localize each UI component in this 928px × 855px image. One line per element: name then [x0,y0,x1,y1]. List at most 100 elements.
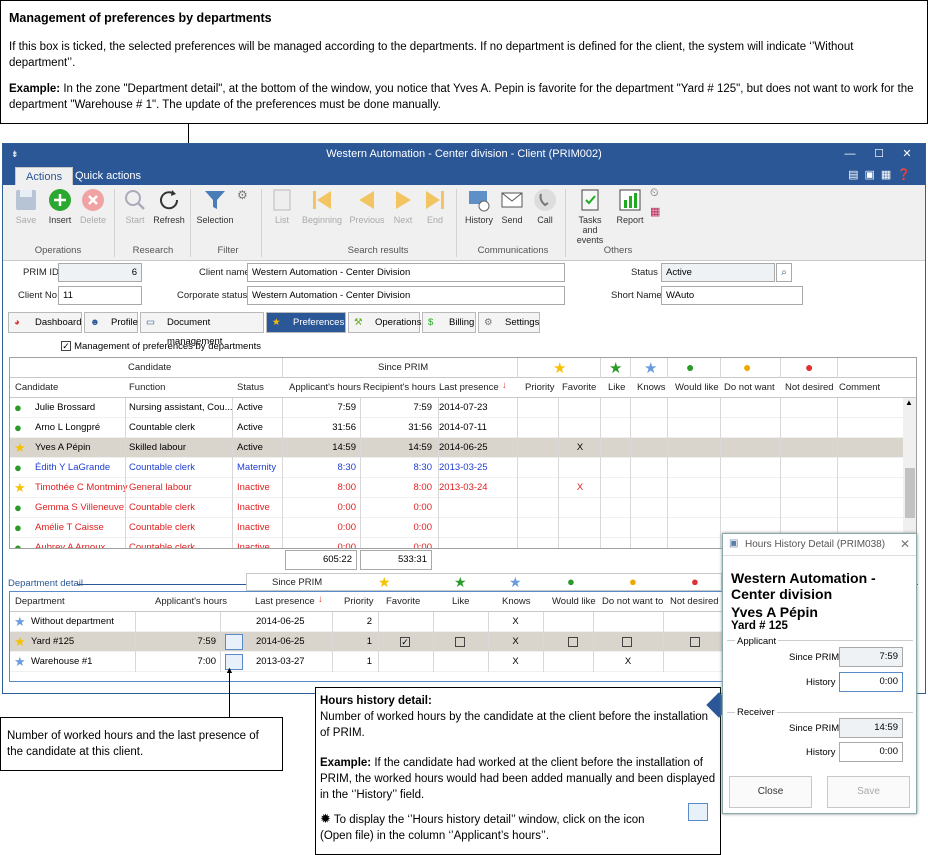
client-name-field[interactable]: Western Automation - Center Division [247,263,565,282]
function: Countable clerk [129,422,196,433]
recipient-hours: 31:56 [408,422,432,433]
refresh-button[interactable]: Refresh [152,187,186,225]
end-button[interactable]: End [418,187,452,225]
table-row[interactable]: ● Julie Brossard Nursing assistant, Cou...… [10,398,903,418]
not-desired-checkbox[interactable] [690,637,700,647]
tab-settings[interactable]: ⚙ Settings [478,312,540,333]
prim-id-field[interactable]: 6 [58,263,142,282]
table-row[interactable]: ★ Timothée C Montminy General labour Inacti… [10,478,903,498]
table-row[interactable]: ● Arno L Longpré Countable clerk Active 31:5… [10,418,903,438]
short-name-field[interactable]: WAuto [661,286,803,305]
col-favorite[interactable]: Favorite [386,596,420,607]
col-do-not-want[interactable]: Do not want to [602,596,663,607]
phone-icon [534,189,556,211]
favorite-checkbox[interactable]: ✓ [400,637,410,647]
col-last-presence[interactable]: Last presence [255,596,315,607]
tab-quick-actions[interactable]: Quick actions [65,167,151,185]
col-comment[interactable]: Comment [839,382,880,393]
col-recipient-hours[interactable]: Recipient's hours [363,382,436,393]
minimize-button[interactable]: — [837,144,863,165]
selection-button[interactable]: Selection [195,187,235,225]
sort-desc-icon[interactable]: ↓ [502,380,507,391]
tab-operations[interactable]: ⚒ Operations [348,312,421,333]
history-button[interactable]: History [460,187,498,225]
report-button[interactable]: Report [613,187,647,225]
col-function[interactable]: Function [129,382,165,393]
col-knows[interactable]: Knows [502,596,531,607]
gear-icon: ⚙ [484,317,493,328]
do-not-want-checkbox[interactable] [622,637,632,647]
applicant-history-field[interactable]: 0:00 [839,672,903,692]
receiver-history-field[interactable]: 0:00 [839,742,903,762]
tab-preferences[interactable]: ★ Preferences [266,312,346,333]
maximize-button[interactable]: ☐ [866,144,892,165]
table-row[interactable]: ● Édith Y LaGrande Countable clerk Maternit… [10,458,903,478]
star-icon: ★ [272,317,281,328]
star-blue-icon: ★ [509,574,522,590]
department-name: Yard #125 [31,636,75,647]
col-department[interactable]: Department [15,596,65,607]
group-others: Others [603,245,633,256]
like-checkbox[interactable] [455,637,465,647]
col-not-desired[interactable]: Not desired [670,596,719,607]
manage-by-dept-checkbox[interactable]: ✓ Management of preferences by departmen… [61,340,261,352]
col-applicant-hours[interactable]: Applicant's hours [155,596,227,607]
col-last-presence[interactable]: Last presence [439,382,499,393]
clock-icon[interactable]: ⏲ [650,187,659,200]
toolbar-icons[interactable]: ▤▣▦❓ [848,168,917,181]
col-do-not-want[interactable]: Do not want [724,382,775,393]
col-priority[interactable]: Priority [525,382,555,393]
col-like[interactable]: Like [452,596,469,607]
beginning-button[interactable]: Beginning [300,187,344,225]
dept-group-header: Since PRIM ★ ★ ★ ● ● ● [246,573,722,591]
search-icon[interactable]: ⌕ [776,263,792,282]
corp-status-field[interactable]: Western Automation - Center Division [247,286,565,305]
col-knows[interactable]: Knows [637,382,666,393]
insert-button[interactable]: Insert [43,187,77,225]
tab-dashboard[interactable]: ◕ Dashboard [8,312,82,333]
tasks-events-button[interactable]: Tasks and events [570,187,610,245]
scroll-up-icon[interactable]: ▲ [905,398,913,407]
call-button[interactable]: Call [528,187,562,225]
gear-icon[interactable]: ⚙ [237,188,248,202]
scrollbar[interactable]: ▲ [903,398,916,548]
close-icon[interactable]: ✕ [900,537,910,551]
calendar-icon[interactable]: ▦ [650,205,660,218]
table-row[interactable]: ★ Yves A Pépin Skilled labour Active 14:59 14… [10,438,903,458]
close-button[interactable]: Close [729,776,812,808]
priority: 1 [366,656,372,667]
would-like-checkbox[interactable] [568,637,578,647]
client-no-field[interactable]: 11 [58,286,142,305]
col-not-desired[interactable]: Not desired [785,382,834,393]
col-would-like[interactable]: Would like [552,596,596,607]
since-prim-label: Since PRIM [789,652,840,663]
refresh-icon [160,190,179,210]
col-candidate[interactable]: Candidate [15,382,58,393]
open-file-icon[interactable] [225,634,243,650]
tab-profile[interactable]: ☻ Profile [84,312,138,333]
delete-button[interactable]: Delete [76,187,110,225]
status-field[interactable]: Active [661,263,775,282]
list-button[interactable]: List [265,187,299,225]
list-icon [273,189,291,211]
send-button[interactable]: Send [495,187,529,225]
start-button[interactable]: Start [118,187,152,225]
tab-billing[interactable]: $ Billing [422,312,476,333]
tab-document-management[interactable]: ▭ Document management [140,312,264,347]
table-row[interactable]: ● Gemma S Villeneuve Countable clerk Inacti… [10,498,903,518]
col-priority[interactable]: Priority [344,596,374,607]
col-status[interactable]: Status [237,382,264,393]
save-button[interactable]: Save [827,776,910,808]
next-button[interactable]: Next [386,187,420,225]
close-window-button[interactable]: ✕ [894,144,920,165]
menu-icon[interactable]: ⇟ [11,144,19,165]
col-applicant-hours[interactable]: Applicant's hours [289,382,361,393]
col-like[interactable]: Like [608,382,625,393]
sort-desc-icon[interactable]: ↓ [318,594,323,605]
last-presence [439,538,514,548]
col-would-like[interactable]: Would like [675,382,719,393]
col-favorite[interactable]: Favorite [562,382,596,393]
scrollbar-thumb[interactable] [905,468,915,518]
save-button[interactable]: Save [9,187,43,225]
previous-button[interactable]: Previous [347,187,387,225]
